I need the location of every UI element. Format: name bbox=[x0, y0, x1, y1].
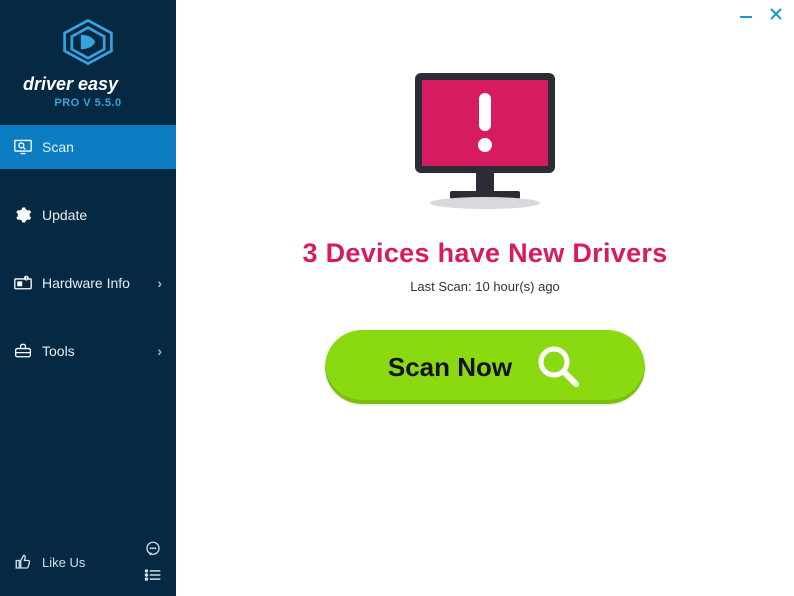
svg-text:i: i bbox=[26, 276, 27, 281]
logo-icon bbox=[61, 18, 115, 66]
close-button[interactable] bbox=[768, 6, 784, 24]
sidebar-item-label: Hardware Info bbox=[42, 275, 147, 291]
version-label: PRO V 5.5.0 bbox=[0, 97, 176, 109]
sidebar-item-label: Scan bbox=[42, 139, 162, 155]
like-us-label[interactable]: Like Us bbox=[42, 555, 85, 570]
sidebar-item-hardware-info[interactable]: i Hardware Info › bbox=[0, 261, 176, 305]
main-content: 3 Devices have New Drivers Last Scan: 10… bbox=[176, 0, 794, 596]
menu-list-icon[interactable] bbox=[144, 566, 162, 584]
sidebar-item-label: Tools bbox=[42, 343, 147, 359]
sidebar: driver easy PRO V 5.5.0 Scan bbox=[0, 0, 176, 596]
minimize-button[interactable] bbox=[738, 6, 754, 24]
thumbs-up-icon[interactable] bbox=[14, 553, 32, 571]
toolbox-icon bbox=[14, 342, 32, 360]
search-screen-icon bbox=[14, 138, 32, 156]
window-controls bbox=[738, 6, 784, 24]
svg-text:driver easy: driver easy bbox=[23, 75, 119, 94]
magnifier-icon bbox=[534, 342, 582, 393]
gear-icon bbox=[14, 206, 32, 224]
chevron-right-icon: › bbox=[157, 343, 162, 359]
chat-icon[interactable] bbox=[144, 540, 162, 558]
brand: driver easy PRO V 5.5.0 bbox=[0, 0, 176, 123]
sidebar-nav: Scan Update i bbox=[0, 125, 176, 397]
sidebar-item-update[interactable]: Update bbox=[0, 193, 176, 237]
hardware-info-icon: i bbox=[14, 274, 32, 292]
last-scan-text: Last Scan: 10 hour(s) ago bbox=[410, 279, 560, 294]
sidebar-item-label: Update bbox=[42, 207, 162, 223]
brand-name: driver easy bbox=[0, 75, 176, 95]
sidebar-item-tools[interactable]: Tools › bbox=[0, 329, 176, 373]
chevron-right-icon: › bbox=[157, 275, 162, 291]
scan-now-label: Scan Now bbox=[388, 352, 512, 383]
app-window: driver easy PRO V 5.5.0 Scan bbox=[0, 0, 794, 596]
scan-now-button[interactable]: Scan Now bbox=[325, 330, 645, 404]
headline-text: 3 Devices have New Drivers bbox=[302, 238, 667, 269]
alert-monitor-illustration bbox=[400, 60, 570, 220]
sidebar-item-scan[interactable]: Scan bbox=[0, 125, 176, 169]
sidebar-footer: Like Us bbox=[0, 540, 176, 584]
